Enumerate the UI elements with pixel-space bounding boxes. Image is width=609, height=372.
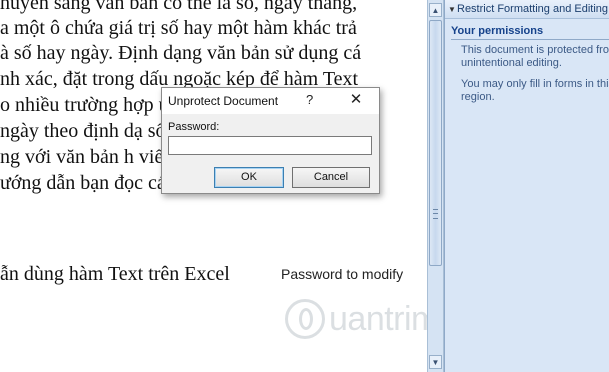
unprotect-document-dialog: Unprotect Document ? ✕ Password: OK Canc… [161, 87, 380, 194]
watermark: uantrimang [285, 293, 427, 345]
permissions-heading: Your permissions [451, 25, 544, 37]
password-input[interactable] [168, 136, 372, 155]
cancel-button[interactable]: Cancel [292, 167, 370, 188]
password-to-modify-text: Password to modify [281, 266, 404, 282]
close-icon[interactable]: ✕ [346, 91, 366, 109]
protected-notice: This document is protected from unintent… [461, 44, 609, 69]
ok-button[interactable]: OK [214, 167, 284, 188]
dialog-title: Unprotect Document [168, 94, 279, 108]
scroll-up-icon[interactable]: ▲ [429, 3, 442, 17]
doc-line-1: huyển sang văn bản có thể là số, ngày th… [0, 0, 358, 14]
scroll-grip-icon [433, 209, 438, 219]
pane-title: Restrict Formatting and Editing [457, 3, 609, 15]
help-button[interactable]: ? [306, 92, 313, 107]
doc-heading: ẫn dùng hàm Text trên Excel [0, 263, 230, 285]
watermark-text: uantrimang [329, 299, 427, 338]
doc-line-7: ng với văn bản h viết c [0, 146, 183, 168]
pane-header: ▼ Restrict Formatting and Editing [445, 0, 609, 19]
password-label: Password: [168, 121, 220, 133]
doc-line-2: a một ô chứa giá trị số hay một hàm khác… [0, 17, 357, 39]
restrict-editing-pane: ▼ Restrict Formatting and Editing Your p… [444, 0, 609, 372]
scroll-thumb[interactable] [429, 20, 442, 266]
section-divider [451, 39, 609, 40]
fill-in-forms-notice: You may only fill in forms in this regio… [461, 78, 609, 103]
dialog-titlebar[interactable]: Unprotect Document ? ✕ [162, 88, 379, 114]
doc-line-3: à số hay ngày. Định dạng văn bản sử dụng… [0, 42, 362, 64]
watermark-logo-icon [285, 299, 325, 339]
vertical-scrollbar[interactable]: ▲ ▼ [427, 0, 444, 372]
pane-menu-arrow-icon[interactable]: ▼ [448, 5, 456, 14]
scroll-down-icon[interactable]: ▼ [429, 355, 442, 369]
